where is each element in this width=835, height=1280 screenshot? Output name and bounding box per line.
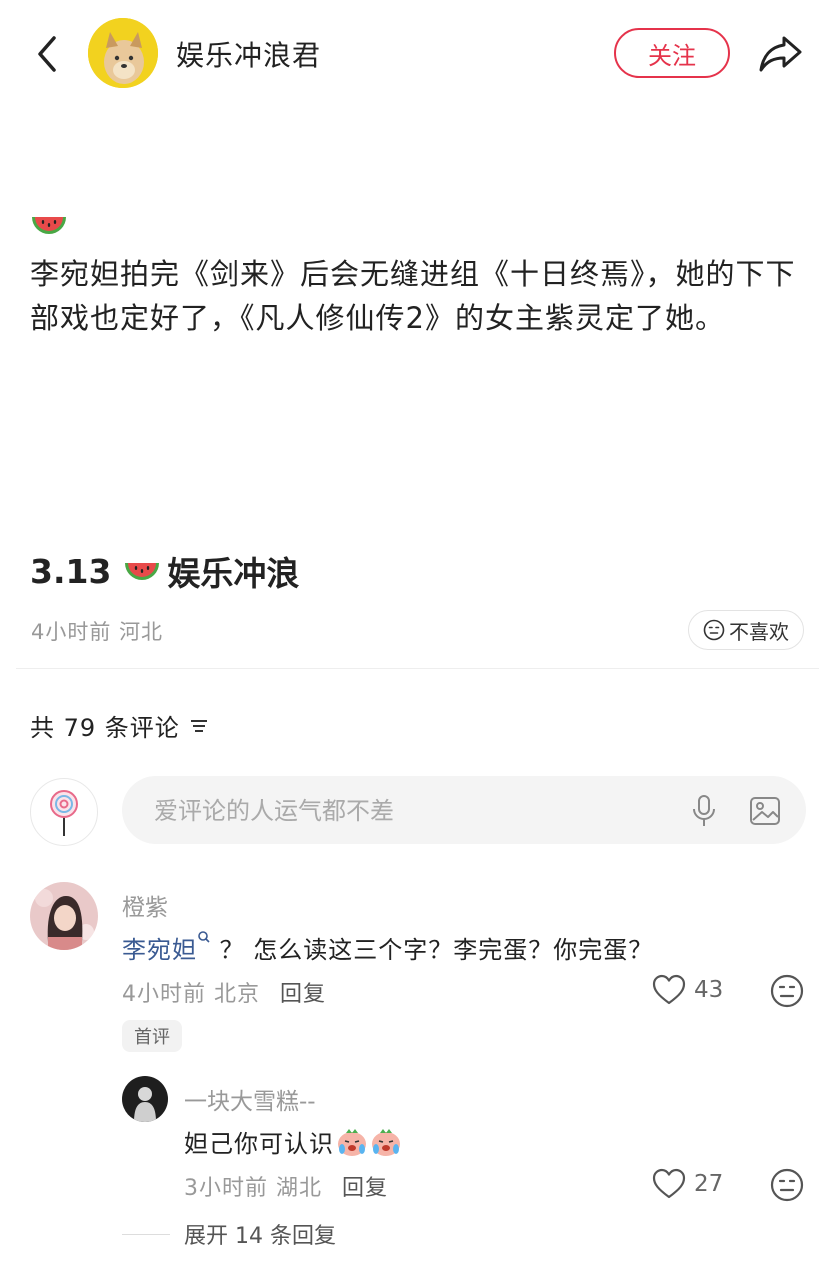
reply-user-name[interactable]: 一块大雪糕-- bbox=[184, 1082, 316, 1116]
unhappy-face-icon bbox=[770, 1168, 804, 1202]
like-count: 27 bbox=[694, 1171, 724, 1197]
post-title-suffix: 娱乐冲浪 bbox=[167, 554, 300, 593]
lollipop-icon bbox=[50, 790, 78, 836]
divider bbox=[16, 668, 819, 669]
share-button[interactable] bbox=[756, 30, 806, 76]
follow-button[interactable]: 关注 bbox=[614, 28, 730, 78]
like-button[interactable]: 27 bbox=[652, 1168, 723, 1200]
like-button[interactable]: 43 bbox=[652, 974, 723, 1006]
author-avatar[interactable] bbox=[88, 18, 158, 88]
chevron-left-icon bbox=[38, 36, 56, 72]
reply-text: 妲己你可认识 bbox=[184, 1124, 402, 1159]
comment-text: 李宛妲 ？ 怎么读这三个字？李完蛋？你完蛋？ bbox=[122, 930, 653, 965]
unhappy-face-icon bbox=[770, 974, 804, 1008]
comment-body: ？ 怎么读这三个字？李完蛋？你完蛋？ bbox=[219, 936, 654, 964]
sort-icon bbox=[190, 719, 207, 732]
back-button[interactable] bbox=[30, 32, 70, 76]
post-location: 河北 bbox=[119, 620, 164, 644]
post-text: 李宛妲拍完《剑来》后会无缝进组《十日终焉》，她的下下部戏也定好了，《凡人修仙传2… bbox=[30, 257, 796, 335]
my-avatar bbox=[30, 778, 98, 846]
reply-meta: 3小时前 湖北 回复 bbox=[184, 1170, 388, 1202]
dislike-label: 不喜欢 bbox=[729, 619, 789, 644]
comment-count[interactable]: 共 79 条评论 bbox=[30, 708, 210, 743]
voice-button[interactable] bbox=[686, 794, 722, 828]
comment-input[interactable] bbox=[152, 776, 656, 846]
like-count: 43 bbox=[694, 977, 724, 1003]
post-meta: 4小时前 河北 bbox=[31, 616, 163, 646]
unhappy-face-icon bbox=[703, 619, 725, 641]
author-name[interactable]: 娱乐冲浪君 bbox=[176, 34, 321, 74]
post-title: 3.13 娱乐冲浪 bbox=[30, 547, 299, 595]
heart-icon bbox=[652, 974, 686, 1005]
reply-time-location: 3小时前 湖北 bbox=[184, 1176, 323, 1201]
watermelon-icon bbox=[30, 214, 68, 240]
commenter-name[interactable]: 橙紫 bbox=[122, 888, 168, 922]
microphone-icon bbox=[693, 795, 715, 826]
post-time: 4小时前 bbox=[31, 620, 112, 644]
search-icon bbox=[197, 931, 211, 964]
share-arrow-icon bbox=[759, 36, 802, 72]
image-icon bbox=[750, 797, 780, 825]
reply-body: 妲己你可认识 bbox=[184, 1130, 334, 1158]
expand-replies-label: 展开 14 条回复 bbox=[184, 1224, 336, 1249]
heart-icon bbox=[652, 1168, 686, 1199]
comment-time-location: 4小时前 北京 bbox=[122, 982, 261, 1007]
dislike-comment-button[interactable] bbox=[770, 974, 804, 1012]
comment-count-label: 共 79 条评论 bbox=[30, 714, 180, 742]
reply-button[interactable]: 回复 bbox=[342, 1170, 388, 1202]
reply-avatar[interactable] bbox=[122, 1076, 168, 1122]
post-date-label: 3.13 bbox=[30, 551, 112, 591]
divider-line bbox=[122, 1233, 170, 1235]
dislike-button[interactable]: 不喜欢 bbox=[688, 610, 804, 650]
dislike-comment-button[interactable] bbox=[770, 1168, 804, 1206]
watermelon-icon bbox=[123, 552, 161, 591]
mention-link[interactable]: 李宛妲 bbox=[122, 936, 197, 964]
expand-replies-button[interactable]: 展开 14 条回复 bbox=[122, 1218, 336, 1250]
reply-button[interactable]: 回复 bbox=[280, 976, 326, 1008]
comment-meta: 4小时前 北京 回复 bbox=[122, 976, 326, 1008]
image-button[interactable] bbox=[748, 794, 782, 828]
crying-face-icon bbox=[336, 1127, 402, 1157]
first-comment-badge: 首评 bbox=[122, 1020, 182, 1052]
commenter-avatar[interactable] bbox=[30, 882, 98, 950]
